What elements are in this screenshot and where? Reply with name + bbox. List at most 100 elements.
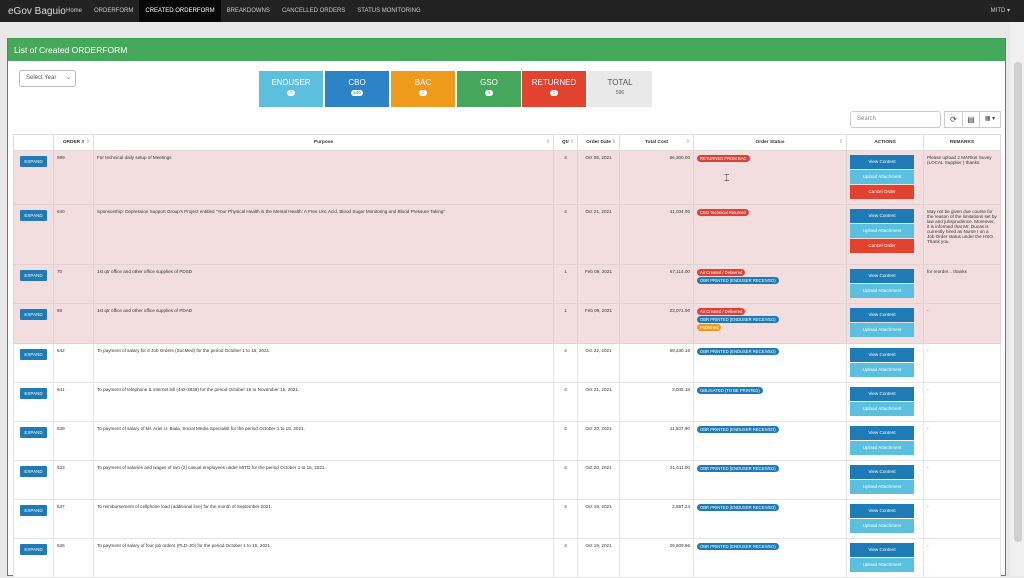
expand-button[interactable]: EXPAND — [20, 427, 47, 438]
actions-cell: View Content Upload Attachment — [846, 460, 924, 500]
sort-icon[interactable]: ⇕ — [686, 139, 690, 145]
upload-attachment-button[interactable]: Upload Attachment — [850, 284, 914, 298]
status-badge: Air Created / Delivered — [697, 269, 746, 276]
columns-toggle-icon[interactable]: ▦ ▾ — [979, 111, 1001, 128]
view-content-button[interactable]: View Content — [850, 426, 914, 440]
view-content-button[interactable]: View Content — [850, 387, 914, 401]
list-view-icon[interactable]: ▤ — [962, 111, 980, 128]
column-header[interactable]: ORDER # ⇕ — [53, 134, 94, 151]
order-number: 599 — [53, 150, 94, 205]
order-number: 641 — [53, 382, 94, 422]
expand-button[interactable]: EXPAND — [20, 210, 47, 221]
order-total-cost: 21,611.00 — [619, 460, 694, 500]
order-status-cell: Air Created / Delivered OBR PRINTED (ENDU… — [693, 264, 847, 304]
upload-attachment-button[interactable]: Upload Attachment — [850, 323, 914, 337]
status-badge: OBR PRINTED (ENDUSER RECEIVED) — [697, 348, 779, 355]
upload-attachment-button[interactable]: Upload Attachment — [850, 519, 914, 533]
expand-button[interactable]: EXPAND — [20, 388, 47, 399]
actions-cell: View Content Upload Attachment — [846, 343, 924, 383]
sort-icon[interactable]: ⇕ — [86, 139, 90, 145]
sort-icon[interactable]: ⇕ — [570, 139, 574, 145]
column-header[interactable]: Total Cost ⇕ — [619, 134, 694, 151]
year-select[interactable]: Select Year ⌄ — [19, 70, 76, 87]
nav-cancelled-orders[interactable]: CANCELLED ORDERS — [276, 0, 351, 22]
upload-attachment-button[interactable]: Upload Attachment — [850, 402, 914, 416]
stat-returned-count: 1 — [550, 90, 558, 96]
upload-attachment-button[interactable]: Upload Attachment — [850, 224, 914, 238]
expand-button[interactable]: EXPAND — [20, 349, 47, 360]
view-content-button[interactable]: View Content — [850, 465, 914, 479]
column-header[interactable]: Purpose ⇕ — [93, 134, 554, 151]
expand-button[interactable]: EXPAND — [20, 156, 47, 167]
nav-home[interactable]: Home — [60, 0, 88, 22]
order-number: 640 — [53, 204, 94, 265]
user-menu[interactable]: MITD ▾ — [991, 0, 1010, 22]
order-quarter: 4 — [553, 382, 578, 422]
cancel-order-button[interactable]: Cancel Order — [850, 185, 914, 199]
order-purpose: To reimbursement of cellphone load (addi… — [93, 499, 554, 539]
stat-cbo-label: CBO — [348, 78, 366, 87]
order-purpose: Sponsorship: Depression Support Group's … — [93, 204, 554, 265]
scrollbar-thumb[interactable] — [1014, 62, 1022, 542]
stat-gso[interactable]: GSO 4 — [457, 71, 521, 107]
brand-title[interactable]: eGov Baguio — [0, 6, 66, 17]
column-header[interactable]: Qtr ⇕ — [553, 134, 578, 151]
order-status-cell: CBO Technical Returned — [693, 204, 847, 265]
expand-button[interactable]: EXPAND — [20, 309, 47, 320]
order-status-cell: OBR PRINTED (ENDUSER RECEIVED) — [693, 538, 847, 578]
table-row: EXPAND 69 1st qtr office and other office … — [13, 303, 1001, 344]
nav-created-orderform[interactable]: CREATED ORDERFORM — [139, 0, 221, 22]
view-content-button[interactable]: View Content — [850, 269, 914, 283]
page-scrollbar[interactable] — [1010, 22, 1024, 576]
nav-orderform[interactable]: ORDERFORM — [88, 0, 139, 22]
order-date: Feb 09, 2021 — [577, 303, 620, 344]
order-total-cost: 69,230.16 — [619, 343, 694, 383]
search-input[interactable]: Search — [850, 111, 941, 128]
column-header[interactable]: Order Date ⇕ — [577, 134, 620, 151]
table-row: EXPAND 633 To payment of salaries and wage… — [13, 460, 1001, 500]
stat-total-label: TOTAL — [607, 78, 633, 87]
view-content-button[interactable]: View Content — [850, 155, 914, 169]
order-quarter: 4 — [553, 150, 578, 205]
top-navbar: eGov Baguio Home ORDERFORM CREATED ORDER… — [0, 0, 1024, 22]
order-status-cell: OBR PRINTED (ENDUSER RECEIVED) — [693, 421, 847, 461]
order-remarks: - — [923, 382, 1001, 422]
column-header[interactable]: ACTIONS — [846, 134, 924, 151]
stat-enduser[interactable]: ENDUSER 0 — [259, 71, 323, 107]
column-header[interactable]: Order Status ⇕ — [693, 134, 847, 151]
upload-attachment-button[interactable]: Upload Attachment — [850, 441, 914, 455]
sort-icon[interactable]: ⇕ — [546, 139, 550, 145]
refresh-icon[interactable]: ⟳ — [944, 111, 963, 128]
view-content-button[interactable]: View Content — [850, 504, 914, 518]
upload-attachment-button[interactable]: Upload Attachment — [850, 363, 914, 377]
upload-attachment-button[interactable]: Upload Attachment — [850, 170, 914, 184]
stat-enduser-label: ENDUSER — [271, 78, 311, 87]
expand-button[interactable]: EXPAND — [20, 505, 47, 516]
stat-bac-label: BAC — [414, 78, 432, 87]
status-badge: OBR PRINTED (ENDUSER RECEIVED) — [697, 426, 779, 433]
view-content-button[interactable]: View Content — [850, 348, 914, 362]
order-status-cell: Air Created / Delivered OBR PRINTED (ENDU… — [693, 303, 847, 344]
stat-bac[interactable]: BAC 1 — [391, 71, 455, 107]
order-total-cost: 66,300.00 — [619, 150, 694, 205]
order-purpose: To payment of telephone & internet bill … — [93, 382, 554, 422]
column-header[interactable]: REMARKS — [923, 134, 1001, 151]
view-content-button[interactable]: View Content — [850, 308, 914, 322]
expand-button[interactable]: EXPAND — [20, 466, 47, 477]
view-content-button[interactable]: View Content — [850, 543, 914, 557]
actions-cell: View Content Upload Attachment Cancel Orde… — [846, 204, 924, 265]
view-content-button[interactable]: View Content — [850, 209, 914, 223]
sort-icon[interactable]: ⇕ — [612, 139, 616, 145]
actions-cell: View Content Upload Attachment — [846, 303, 924, 344]
upload-attachment-button[interactable]: Upload Attachment — [850, 480, 914, 494]
expand-button[interactable]: EXPAND — [20, 270, 47, 281]
order-quarter: 4 — [553, 538, 578, 578]
sort-icon[interactable]: ⇕ — [839, 139, 843, 145]
stat-cbo[interactable]: CBO 540 — [325, 71, 389, 107]
upload-attachment-button[interactable]: Upload Attachment — [850, 558, 914, 572]
cancel-order-button[interactable]: Cancel Order — [850, 239, 914, 253]
nav-status-monitoring[interactable]: STATUS MONITORING — [351, 0, 426, 22]
nav-breakdowns[interactable]: BREAKDOWNS — [221, 0, 276, 22]
stat-returned[interactable]: RETURNED 1 — [522, 71, 586, 107]
expand-button[interactable]: EXPAND — [20, 544, 47, 555]
